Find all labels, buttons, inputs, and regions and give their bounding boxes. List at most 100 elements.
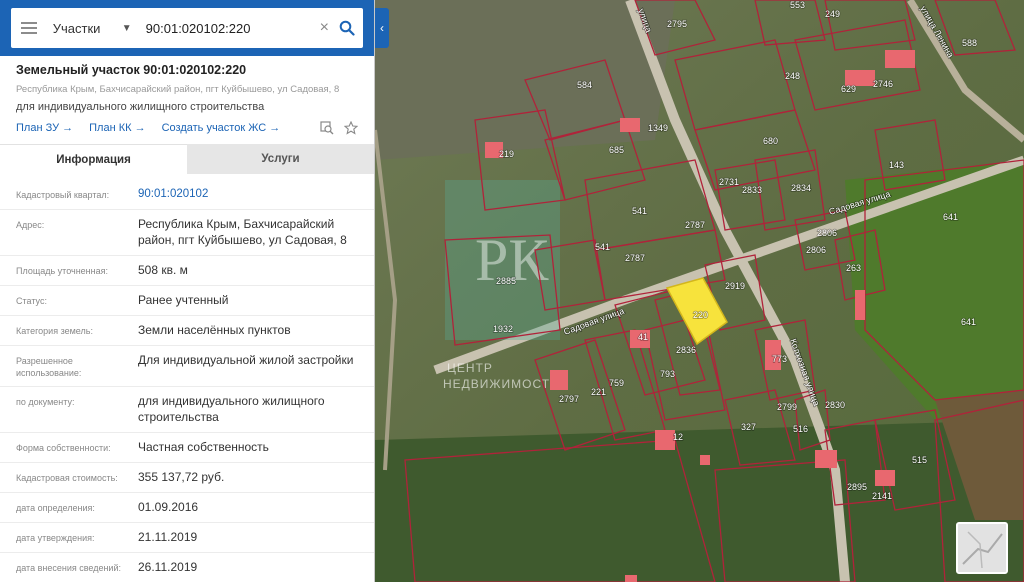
- parcel-number-label: 12: [673, 432, 683, 442]
- tab-services[interactable]: Услуги: [187, 144, 374, 174]
- parcel-number-label: 2797: [559, 394, 579, 404]
- row-date-approved: дата утверждения: 21.11.2019: [0, 523, 374, 553]
- parcel-number-label: 2141: [872, 491, 892, 501]
- search-type-select[interactable]: Участки: [53, 21, 122, 36]
- parcel-number-label: 2834: [791, 183, 811, 193]
- parcel-number-label: 793: [660, 369, 675, 379]
- parcel-number-label: 2895: [847, 482, 867, 492]
- parcel-number-label: 2799: [777, 402, 797, 412]
- field-label: Форма собственности:: [16, 443, 111, 453]
- parcel-number-label: 759: [609, 378, 624, 388]
- parcel-number-label: 2787: [685, 220, 705, 230]
- field-value: Ранее учтенный: [138, 293, 229, 307]
- watermark-line2: НЕДВИЖИМОСТИ: [443, 377, 560, 391]
- search-header: Участки ▼ ×: [0, 0, 374, 56]
- parcel-number-label: 685: [609, 145, 624, 155]
- row-category: Категория земель: Земли населённых пункт…: [0, 316, 374, 346]
- row-permitted-use: Разрешенное использование: Для индивидуа…: [0, 346, 374, 387]
- search-input[interactable]: [145, 20, 306, 36]
- clear-icon[interactable]: ×: [320, 19, 329, 37]
- parcel-number-label: 2795: [667, 19, 687, 29]
- parcel-number-label: 263: [846, 263, 861, 273]
- parcel-number-label: 327: [741, 422, 756, 432]
- parcel-purpose: для индивидуального жилищного строительс…: [16, 101, 265, 113]
- parcel-number-label: 2806: [817, 228, 837, 238]
- plan-zu-link[interactable]: План ЗУ →: [16, 122, 73, 134]
- row-area: Площадь уточненная: 508 кв. м: [0, 256, 374, 286]
- plan-kk-link[interactable]: План КК →: [89, 122, 145, 134]
- field-value: Для индивидуальной жилой застройки: [138, 353, 354, 367]
- field-value: Земли населённых пунктов: [138, 323, 291, 337]
- chevron-down-icon[interactable]: ▼: [122, 23, 132, 34]
- field-label: Категория земель:: [16, 326, 93, 336]
- row-address: Адрес: Республика Крым, Бахчисарайский р…: [0, 210, 374, 256]
- parcel-number-label: 2836: [676, 345, 696, 355]
- collapse-panel-button[interactable]: ‹: [375, 8, 389, 48]
- parcel-number-label: 541: [595, 242, 610, 252]
- tabs: Информация Услуги: [0, 144, 374, 174]
- tree-belt: [375, 420, 1024, 582]
- parcel-number-label: 553: [790, 0, 805, 10]
- row-by-document: по документу: для индивидуального жилищн…: [0, 387, 374, 433]
- row-quarter: Кадастровый квартал: 90:01:020102: [0, 180, 374, 210]
- minimap-icon: [958, 524, 1006, 572]
- parcel-number-label: 41: [638, 332, 648, 342]
- tab-info[interactable]: Информация: [0, 144, 187, 174]
- parcel-number-label: 588: [962, 38, 977, 48]
- field-value: Частная собственность: [138, 440, 269, 454]
- chevron-left-icon: ‹: [380, 21, 384, 35]
- minimap[interactable]: [956, 522, 1008, 574]
- field-label: Разрешенное использование:: [16, 356, 82, 378]
- parcel-number-label: 2919: [725, 281, 745, 291]
- parcel-number-label: 2746: [873, 79, 893, 89]
- parcel-number-label: 641: [943, 212, 958, 222]
- field-value: для индивидуального жилищного строительс…: [138, 394, 325, 424]
- parcel-number-label: 2833: [742, 185, 762, 195]
- field-value: 355 137,72 руб.: [138, 470, 225, 484]
- parcel-number-label: 641: [961, 317, 976, 327]
- parcel-title: Земельный участок 90:01:020102:220: [16, 63, 247, 77]
- parcel-card: Земельный участок 90:01:020102:220 Респу…: [0, 56, 374, 136]
- row-cadastral-cost: Кадастровая стоимость: 355 137,72 руб.: [0, 463, 374, 493]
- field-value: 508 кв. м: [138, 263, 188, 277]
- field-label: Кадастровая стоимость:: [16, 473, 118, 483]
- parcel-number-label: 629: [841, 84, 856, 94]
- row-ownership: Форма собственности: Частная собственнос…: [0, 433, 374, 463]
- field-value: 01.09.2016: [138, 500, 199, 514]
- parcel-number-label: 2885: [496, 276, 516, 286]
- field-value: 26.11.2019: [138, 560, 198, 574]
- field-label: Площадь уточненная:: [16, 266, 108, 276]
- parcel-number-label: 249: [825, 9, 840, 19]
- map-view[interactable]: РК ЦЕНТР НЕДВИЖИМОСТИ Садовая улица Садо…: [375, 0, 1024, 582]
- row-date-entered: дата внесения сведений: 26.11.2019: [0, 553, 374, 582]
- search-on-map-icon[interactable]: [320, 121, 334, 135]
- create-zs-link[interactable]: Создать участок ЖС →: [162, 122, 281, 134]
- parcel-number-label: 541: [632, 206, 647, 216]
- card-actions: [320, 121, 358, 135]
- parcel-number-label: 1932: [493, 324, 513, 334]
- info-table: Кадастровый квартал: 90:01:020102 Адрес:…: [0, 174, 374, 582]
- parcel-number-label: 584: [577, 80, 592, 90]
- field-value: 21.11.2019: [138, 530, 198, 544]
- star-icon[interactable]: [344, 121, 358, 135]
- parcel-number-label: 2731: [719, 177, 739, 187]
- search-bar: Участки ▼ ×: [11, 8, 363, 48]
- menu-icon[interactable]: [21, 22, 37, 34]
- parcel-number-label: 773: [772, 354, 787, 364]
- quarter-link[interactable]: 90:01:020102: [138, 186, 374, 202]
- parcel-number-label: 221: [591, 387, 606, 397]
- parcel-number-label: 248: [785, 71, 800, 81]
- parcel-number-label: 219: [499, 149, 514, 159]
- parcel-address: Республика Крым, Бахчисарайский район, п…: [16, 84, 340, 95]
- parcel-number-label: 143: [889, 160, 904, 170]
- parcel-number-label: 516: [793, 424, 808, 434]
- field-label: дата внесения сведений:: [16, 563, 121, 573]
- parcel-number-label: 220: [693, 310, 708, 320]
- parcel-number-label: 1349: [648, 123, 668, 133]
- field-value: Республика Крым, Бахчисарайский район, п…: [138, 217, 347, 247]
- parcel-links: План ЗУ → План КК → Создать участок ЖС →: [16, 120, 358, 136]
- parcel-number-label: 2787: [625, 253, 645, 263]
- parcel-number-label: 2806: [806, 245, 826, 255]
- map-canvas[interactable]: РК ЦЕНТР НЕДВИЖИМОСТИ Садовая улица Садо…: [375, 0, 1024, 582]
- search-icon[interactable]: [339, 20, 355, 36]
